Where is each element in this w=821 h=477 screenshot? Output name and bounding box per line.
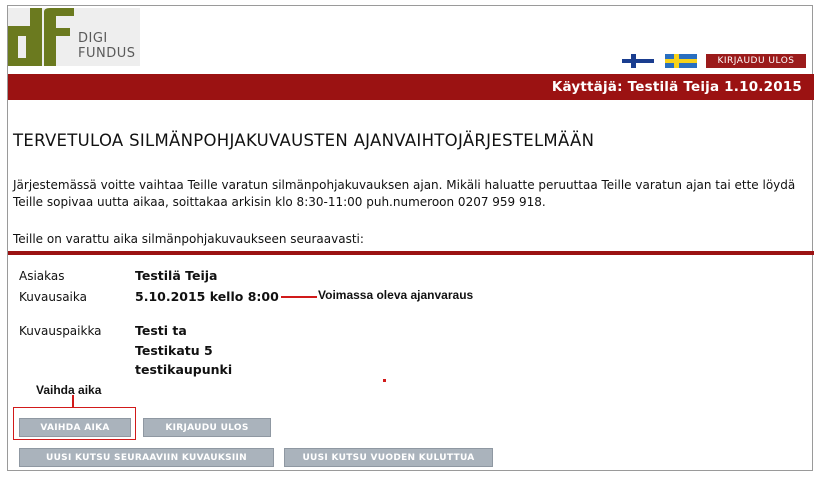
logo-line1: DIGI (78, 31, 108, 46)
digifundus-logo: DIGI FUNDUS (8, 8, 140, 66)
change-time-button[interactable]: VAIHDA AIKA (19, 418, 131, 437)
place-line2: Testikatu 5 (135, 343, 213, 358)
red-marker (383, 379, 386, 382)
time-value: 5.10.2015 kello 8:00 (135, 289, 279, 304)
client-label: Asiakas (19, 269, 65, 283)
page-title: TERVETULOA SILMÄNPOHJAKUVAUSTEN AJANVAIH… (13, 131, 595, 150)
year-invitation-button[interactable]: UUSI KUTSU VUODEN KULUTTUA (284, 448, 493, 467)
swedish-flag-icon[interactable] (665, 54, 697, 68)
client-value: Testilä Teija (135, 268, 218, 283)
time-label: Kuvausaika (19, 290, 87, 304)
change-time-annotation: Vaihda aika (36, 383, 102, 397)
next-invitation-button[interactable]: UUSI KUTSU SEURAAVIIN KUVAUKSIIN (19, 448, 274, 467)
user-info: Käyttäjä: Testilä Teija 1.10.2015 (551, 79, 802, 95)
logout-button[interactable]: KIRJAUDU ULOS (143, 418, 271, 437)
finnish-flag-icon[interactable] (622, 54, 654, 68)
annotation-arrow-line (281, 296, 317, 298)
place-label: Kuvauspaikka (19, 324, 102, 338)
user-bar: Käyttäjä: Testilä Teija 1.10.2015 (8, 74, 814, 100)
booked-info-text: Teille on varattu aika silmänpohjakuvauk… (13, 232, 364, 246)
annotation-pointer-line (72, 395, 74, 407)
intro-text: Järjestemässä voitte vaihtaa Teille vara… (13, 178, 796, 209)
header-logout-button[interactable]: KIRJAUDU ULOS (706, 54, 806, 68)
place-line1: Testi ta (135, 323, 187, 338)
place-line3: testikaupunki (135, 362, 233, 377)
section-divider (8, 251, 814, 255)
logo-text: DIGI FUNDUS (78, 31, 136, 61)
logo-line2: FUNDUS (78, 46, 136, 61)
current-booking-annotation: Voimassa oleva ajanvaraus (318, 288, 474, 302)
